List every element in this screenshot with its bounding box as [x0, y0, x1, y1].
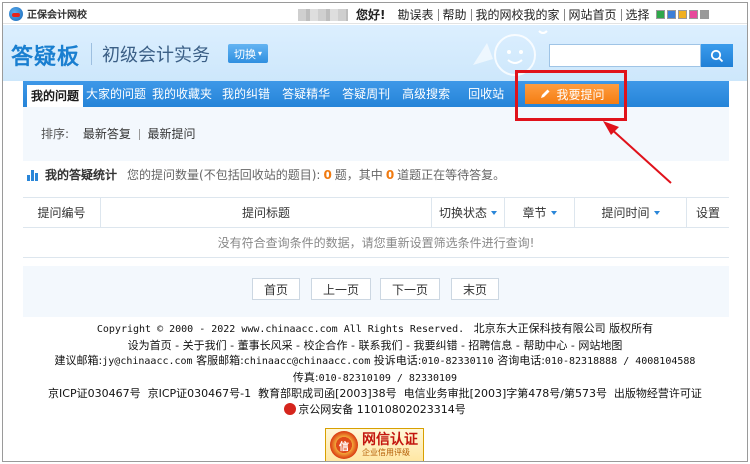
top-bar: 正保会计网校 您好! 勘误表 帮助 我的网校我的家 网站首页 选择	[3, 3, 747, 24]
prev-page-button[interactable]: 上一页	[311, 278, 371, 300]
divider	[138, 129, 140, 140]
bar-chart-icon	[27, 169, 39, 181]
col-ask-time[interactable]: 提问时间	[575, 198, 687, 227]
search-icon	[710, 49, 724, 62]
search-button[interactable]	[701, 44, 733, 67]
copyright: Copyright © 2000 - 2022 www.chinaacc.com…	[96, 324, 465, 335]
caret-down-icon	[491, 210, 497, 215]
divider	[620, 8, 622, 21]
table-header: 提问编号 提问标题 切换状态 章节 提问时间 设置	[23, 197, 729, 228]
divider	[91, 43, 92, 65]
sort-label: 排序:	[41, 127, 70, 141]
empty-message: 没有符合查询条件的数据，请您重新设置筛选条件进行查询!	[23, 228, 729, 258]
complaint-phone: 010-82330110	[421, 356, 494, 367]
stats-suffix: 道题正在等待答复。	[397, 168, 506, 182]
tab-all-questions[interactable]: 大家的问题	[83, 81, 149, 107]
link-select[interactable]: 选择	[626, 6, 650, 23]
caret-down-icon	[550, 210, 557, 215]
link-help[interactable]: 帮助	[443, 6, 467, 23]
logo-text: 正保会计网校	[27, 10, 87, 21]
username-blurred	[298, 8, 348, 21]
badge-subtitle: 企业信用评级	[362, 448, 410, 457]
divider	[437, 8, 439, 21]
caret-down-icon	[653, 210, 660, 215]
fax-line: 传真:010-82310109 / 82330109	[292, 370, 458, 384]
fax-number: 010-82310109 / 82330109	[318, 372, 458, 384]
greeting: 您好!	[356, 8, 386, 22]
sort-latest-reply[interactable]: 最新答复	[83, 127, 131, 141]
tab-highlights[interactable]: 答疑精华	[279, 81, 333, 107]
theme-swatch-pink[interactable]	[688, 10, 698, 19]
col-status[interactable]: 切换状态	[432, 198, 505, 227]
theme-swatches	[655, 10, 709, 19]
browser-page: 正保会计网校 您好! 勘误表 帮助 我的网校我的家 网站首页 选择 答疑板 初级…	[2, 2, 748, 462]
theme-swatch-yellow[interactable]	[677, 10, 687, 19]
tab-advanced-search[interactable]: 高级搜索	[399, 81, 453, 107]
tab-favorites[interactable]: 我的收藏夹	[149, 81, 215, 107]
police-badge-icon	[284, 402, 297, 415]
switch-label: 切换	[234, 47, 256, 61]
tab-recycle-bin[interactable]: 回收站	[465, 81, 507, 107]
stats-prefix: 您的提问数量(不包括回收站的题目):	[127, 168, 321, 182]
header-banner: 答疑板 初级会计实务 切换 ▾	[3, 25, 747, 81]
last-page-button[interactable]: 末页	[451, 278, 499, 300]
next-page-button[interactable]: 下一页	[380, 278, 440, 300]
site-logo[interactable]: 正保会计网校	[9, 6, 87, 21]
consult-phone: 010-82318888 / 4008104588	[544, 356, 696, 367]
police-record[interactable]: 京公网安备 11010802023314号	[3, 402, 747, 418]
first-page-button[interactable]: 首页	[252, 278, 300, 300]
chevron-down-icon: ▾	[258, 49, 263, 58]
annotation-arrow-icon	[603, 121, 672, 184]
course-name: 初级会计实务	[102, 45, 210, 66]
tab-my-questions[interactable]: 我的问题	[27, 85, 84, 107]
switch-course-button[interactable]: 切换 ▾	[228, 44, 269, 63]
sort-options: 排序: 最新答复 最新提问	[41, 125, 196, 142]
col-chapter[interactable]: 章节	[505, 198, 575, 227]
sort-latest-question[interactable]: 最新提问	[148, 127, 196, 141]
logo-icon	[9, 6, 23, 21]
badge-title: 网信认证	[362, 432, 418, 448]
user-links: 您好! 勘误表 帮助 我的网校我的家 网站首页 选择	[298, 6, 709, 23]
theme-swatch-blue[interactable]	[666, 10, 676, 19]
search-input[interactable]	[549, 44, 701, 67]
contact-line: 建议邮箱:jy@chinaacc.com 客服邮箱:chinaacc@china…	[54, 354, 696, 367]
stats-mid: 题，其中	[334, 168, 383, 182]
footer: Copyright © 2000 - 2022 www.chinaacc.com…	[3, 321, 747, 417]
copyright-line: Copyright © 2000 - 2022 www.chinaacc.com…	[3, 321, 747, 338]
divider	[563, 8, 565, 21]
company: 北京东大正保科技有限公司 版权所有	[473, 322, 654, 335]
questions-table: 提问编号 提问标题 切换状态 章节 提问时间 设置 没有符合查询条件的数据，请您…	[23, 197, 729, 258]
stats-row: 我的答疑统计 您的提问数量(不包括回收站的题目): 0 题，其中 0 道题正在等…	[27, 166, 505, 183]
stats-title: 我的答疑统计	[45, 168, 118, 182]
seal-icon: 信	[330, 431, 358, 459]
link-my-home[interactable]: 我的网校我的家	[476, 6, 560, 23]
waiting-count: 0	[385, 167, 395, 182]
col-question-title: 提问标题	[101, 198, 432, 227]
pagination: 首页 上一页 下一页 末页	[23, 266, 729, 316]
tab-my-corrections[interactable]: 我的纠错	[219, 81, 273, 107]
divider	[470, 8, 472, 21]
footer-links[interactable]: 设为首页 - 关于我们 - 董事长风采 - 校企合作 - 联系我们 - 我要纠错…	[3, 338, 747, 354]
tab-weekly[interactable]: 答疑周刊	[339, 81, 393, 107]
link-homepage[interactable]: 网站首页	[569, 6, 617, 23]
service-email[interactable]: chinaacc@chinaacc.com	[244, 356, 370, 367]
license-line[interactable]: 京ICP证030467号 京ICP证030467号-1 教育部职成司函[2003…	[3, 386, 747, 402]
credit-badge[interactable]: 信 网信认证 企业信用评级	[325, 428, 424, 461]
theme-swatch-gray[interactable]	[699, 10, 709, 19]
theme-swatch-green[interactable]	[655, 10, 665, 19]
question-count: 0	[323, 167, 332, 182]
col-settings: 设置	[695, 206, 720, 220]
link-errata[interactable]: 勘误表	[397, 6, 433, 23]
page-title: 答疑板	[11, 45, 81, 70]
col-question-id: 提问编号	[23, 198, 101, 227]
suggest-email[interactable]: jy@chinaacc.com	[102, 356, 192, 367]
badge-text: 网信认证 企业信用评级	[362, 432, 418, 458]
